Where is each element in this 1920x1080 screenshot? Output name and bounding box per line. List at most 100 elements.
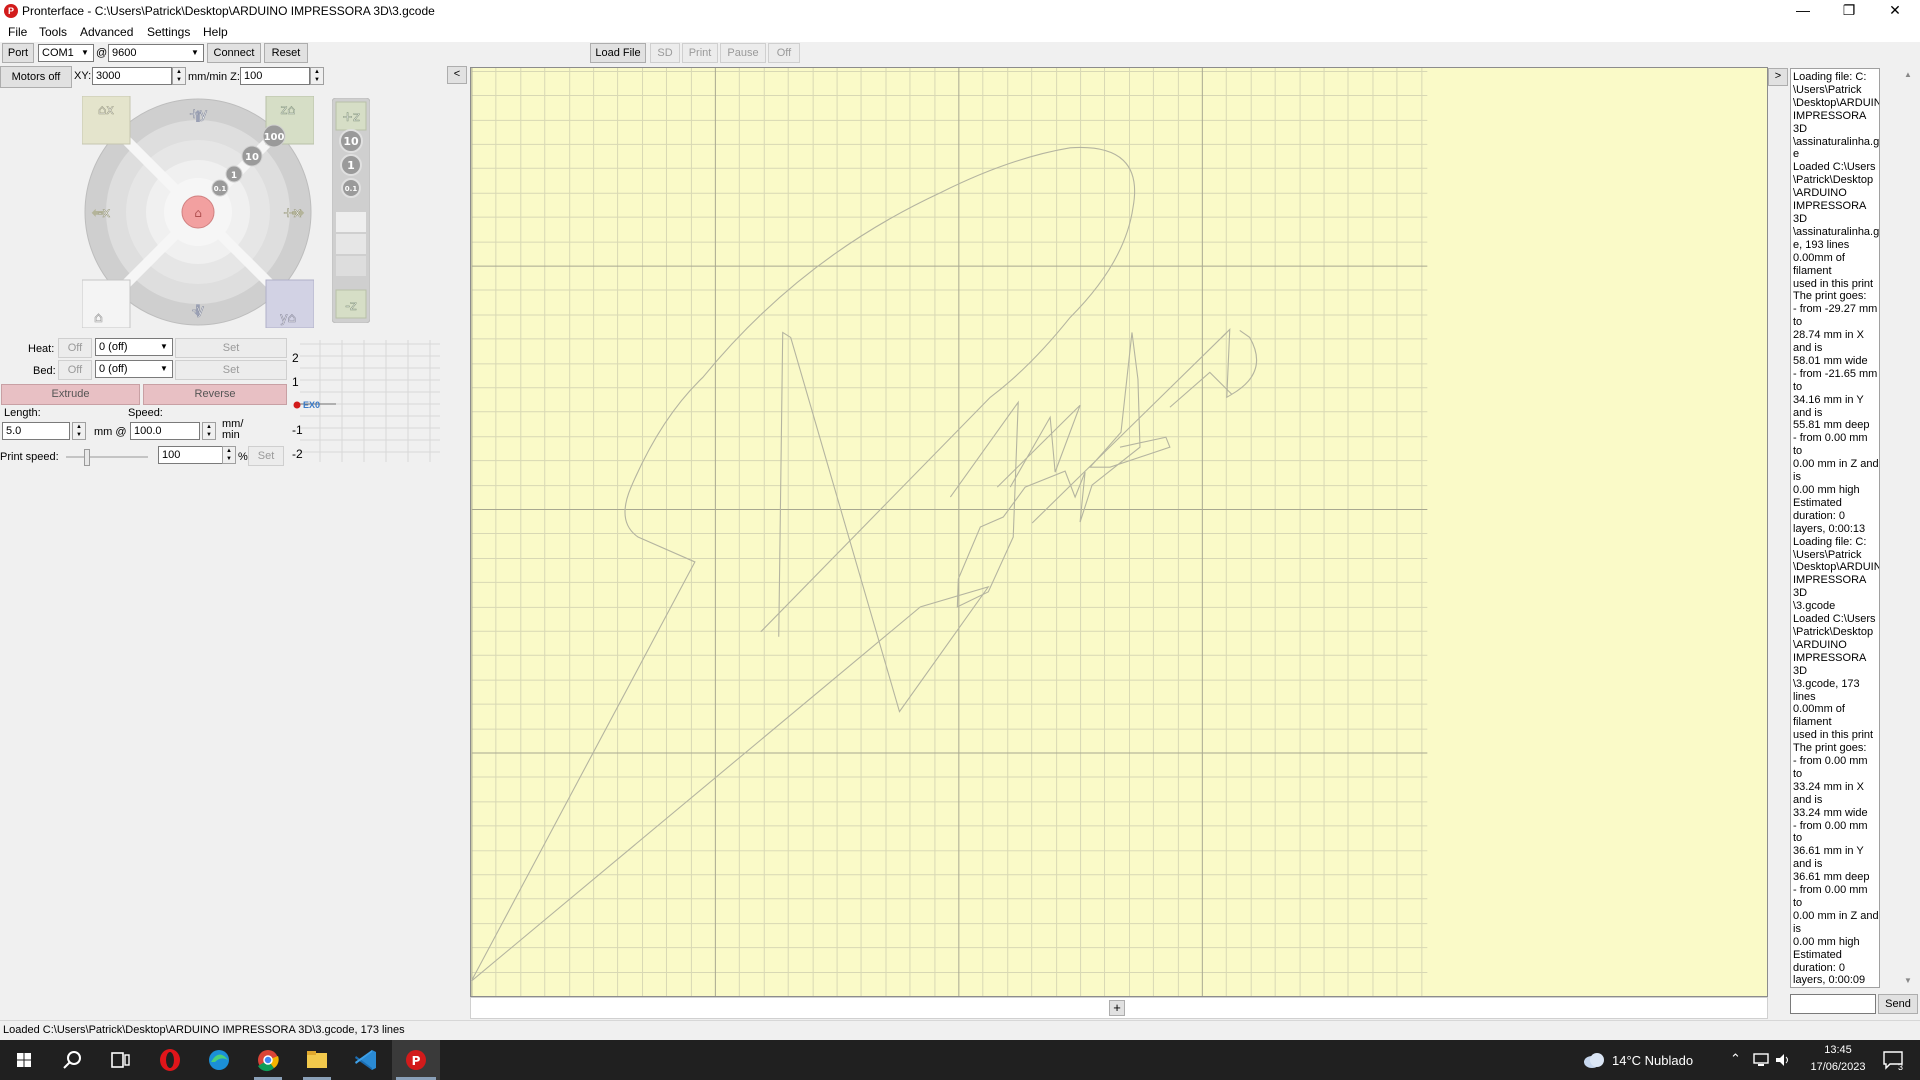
maximize-button[interactable]: ❐ xyxy=(1826,0,1872,22)
print-speed-slider-thumb[interactable] xyxy=(83,449,90,466)
home-x-icon: ⌂x xyxy=(98,103,114,118)
send-button[interactable]: Send xyxy=(1878,994,1918,1014)
close-button[interactable]: ✕ xyxy=(1872,0,1918,22)
collapse-left-button[interactable]: < xyxy=(447,66,467,84)
baud-select[interactable]: 9600 ▼ xyxy=(108,44,204,62)
print-speed-slider[interactable] xyxy=(66,447,148,467)
z-step-0-1: 0.1 xyxy=(345,185,358,193)
volume-icon[interactable] xyxy=(1774,1052,1792,1068)
vscode-icon[interactable] xyxy=(342,1040,390,1080)
chevron-down-icon: ▼ xyxy=(77,45,93,61)
print-button[interactable]: Print xyxy=(682,43,718,63)
z-label: mm/min Z: xyxy=(188,71,240,83)
cloud-weather-icon xyxy=(1584,1053,1604,1068)
graph-tick-minus-2: -2 xyxy=(292,447,303,461)
pause-button[interactable]: Pause xyxy=(720,43,766,63)
reset-button[interactable]: Reset xyxy=(264,43,308,63)
toolpath-viewer[interactable] xyxy=(470,67,1768,997)
baud-value: 9600 xyxy=(112,47,137,59)
pronterface-icon: P xyxy=(396,1050,436,1080)
network-icon[interactable] xyxy=(1752,1052,1770,1068)
chevron-up-icon[interactable]: ⌃ xyxy=(1730,1051,1741,1067)
heat-value: 0 (off) xyxy=(99,341,128,353)
menu-tools[interactable]: Tools xyxy=(39,25,67,39)
menu-advanced[interactable]: Advanced xyxy=(80,25,133,39)
sd-button[interactable]: SD xyxy=(650,43,680,63)
collapse-right-button[interactable]: > xyxy=(1768,68,1788,86)
print-speed-input[interactable]: 100 xyxy=(158,446,226,464)
opera-browser-icon[interactable] xyxy=(146,1040,194,1080)
jog-minus-z-label: -z xyxy=(345,299,357,314)
speed-unit-label: mm/ min xyxy=(222,418,244,441)
center-home-icon: ⌂ xyxy=(194,206,202,220)
clock-date[interactable]: 17/06/2023 xyxy=(1803,1061,1873,1073)
z-feedrate-spinner[interactable]: ▲ ▼ xyxy=(310,67,324,85)
temperature-graph: 2 1 -1 -2 EX0 xyxy=(290,340,442,465)
bed-select[interactable]: 0 (off) ▼ xyxy=(95,360,173,378)
heat-select[interactable]: 0 (off) ▼ xyxy=(95,338,173,356)
bed-set-button[interactable]: Set xyxy=(175,360,287,380)
scroll-up-icon[interactable]: ▲ xyxy=(1904,70,1912,79)
clock-time[interactable]: 13:45 xyxy=(1808,1044,1868,1056)
z-feedrate-input[interactable]: 100 xyxy=(240,67,310,85)
home-all-icon: ⌂ xyxy=(94,310,103,326)
menu-help[interactable]: Help xyxy=(203,25,228,39)
scroll-down-icon[interactable]: ▼ xyxy=(1904,976,1912,985)
xy-feedrate-input[interactable]: 3000 xyxy=(92,67,172,85)
status-text: Loaded C:\Users\Patrick\Desktop\ARDUINO … xyxy=(3,1024,405,1036)
xy-label: XY: xyxy=(74,70,92,82)
file-explorer-icon[interactable] xyxy=(293,1040,341,1080)
xy-jog-control[interactable]: ⌂ ⬆ ⬇ ⬅ ➡ +y -y -x +x ⌂x z⌂ ⌂ y⌂ 100 10 … xyxy=(82,96,314,328)
jog-minus-y-label: -y xyxy=(192,303,204,318)
svg-text:P: P xyxy=(412,1054,421,1068)
port-button[interactable]: Port xyxy=(2,43,34,63)
bed-off-button[interactable]: Off xyxy=(58,360,92,380)
search-icon[interactable] xyxy=(48,1040,96,1080)
heat-off-button[interactable]: Off xyxy=(58,338,92,358)
jog-step-100: 100 xyxy=(264,132,285,143)
task-view-icon[interactable] xyxy=(96,1040,144,1080)
z-jog-control[interactable]: +z 10 1 0.1 -z xyxy=(332,98,370,323)
connect-button[interactable]: Connect xyxy=(207,43,261,63)
jog-y-home-label: y⌂ xyxy=(280,311,296,326)
load-file-button[interactable]: Load File xyxy=(590,43,646,63)
print-speed-label: Print speed: xyxy=(0,451,59,463)
reverse-button[interactable]: Reverse xyxy=(143,384,287,405)
windows-start-icon[interactable] xyxy=(0,1040,48,1080)
notification-count: 3 xyxy=(1898,1062,1904,1072)
menu-bar: File Tools Advanced Settings Help xyxy=(0,22,1920,42)
menu-settings[interactable]: Settings xyxy=(147,25,190,39)
console-scrollbar[interactable]: ▲ ▼ xyxy=(1900,68,1917,988)
print-speed-set-button[interactable]: Set xyxy=(248,446,284,466)
console-log[interactable]: Loading file: C: \Users\Patrick \Desktop… xyxy=(1790,68,1880,988)
chrome-browser-icon[interactable] xyxy=(244,1040,292,1080)
command-input[interactable] xyxy=(1790,994,1876,1014)
jog-minus-x-label: -x xyxy=(98,206,111,221)
length-spinner[interactable]: ▲ ▼ xyxy=(72,422,86,440)
motors-off-button[interactable]: Motors off xyxy=(0,66,72,88)
menu-file[interactable]: File xyxy=(8,25,27,39)
minimize-button[interactable]: — xyxy=(1780,0,1826,22)
graph-tick-2: 2 xyxy=(292,351,299,365)
console-log-text: Loading file: C: \Users\Patrick \Desktop… xyxy=(1793,71,1880,987)
add-button[interactable]: + xyxy=(1109,1000,1125,1016)
jog-z-home-label: z⌂ xyxy=(280,103,295,118)
percent-label: % xyxy=(238,451,248,463)
speed-spinner[interactable]: ▲ ▼ xyxy=(202,422,216,440)
chevron-down-icon: ▼ xyxy=(156,339,172,355)
bed-label: Bed: xyxy=(33,365,56,377)
length-label: Length: xyxy=(4,407,41,419)
print-speed-spinner[interactable]: ▲ ▼ xyxy=(222,446,236,464)
speed-input[interactable]: 100.0 xyxy=(130,422,200,440)
pronterface-task-button[interactable]: P xyxy=(392,1040,440,1080)
heat-set-button[interactable]: Set xyxy=(175,338,287,358)
jog-step-10: 10 xyxy=(245,152,259,163)
extrude-button[interactable]: Extrude xyxy=(1,384,140,405)
weather-text[interactable]: 14°C Nublado xyxy=(1612,1053,1693,1068)
off-button[interactable]: Off xyxy=(768,43,800,63)
length-input[interactable]: 5.0 xyxy=(2,422,70,440)
xy-feedrate-spinner[interactable]: ▲ ▼ xyxy=(172,67,186,85)
z-step-1: 1 xyxy=(347,159,355,172)
port-select[interactable]: COM1 ▼ xyxy=(38,44,94,62)
edge-browser-icon[interactable] xyxy=(195,1040,243,1080)
